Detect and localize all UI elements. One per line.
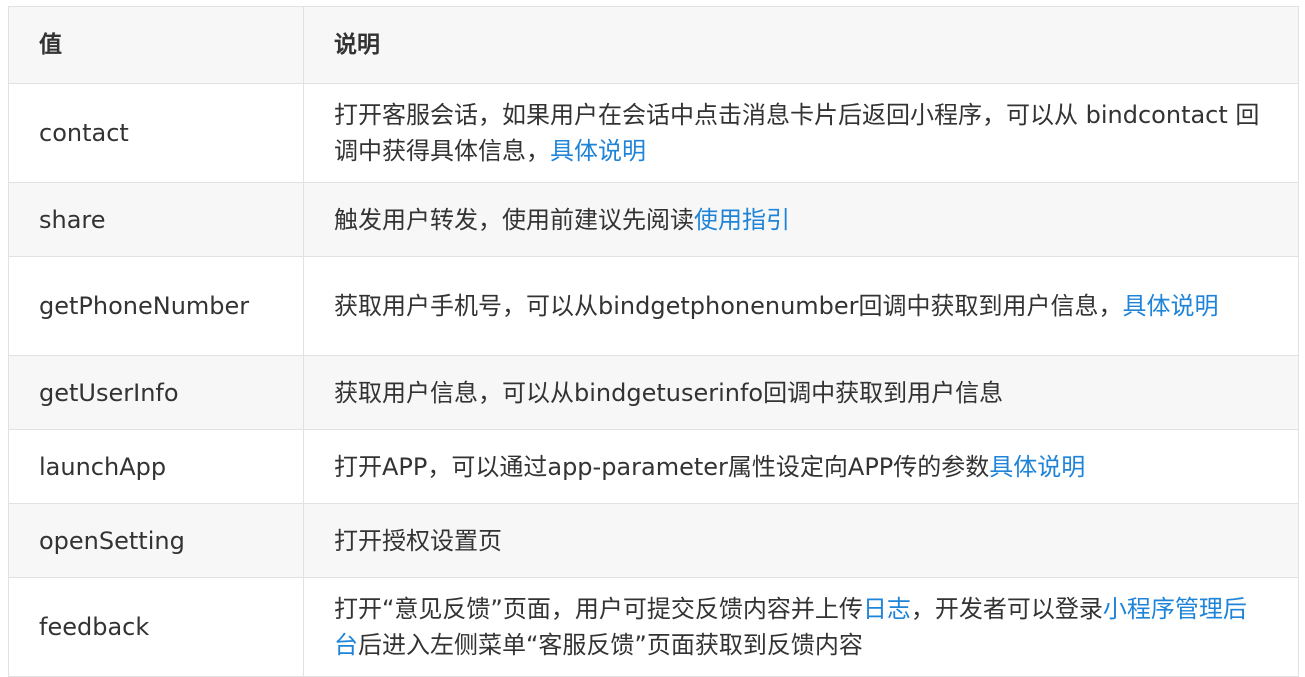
table-row: getUserInfo 获取用户信息，可以从bindgetuserinfo回调中获… [8,355,1299,430]
description-text: ，开发者可以登录 [910,595,1103,623]
column-header-value: 值 [8,6,304,84]
description-cell: 获取用户手机号，可以从bindgetphonenumber回调中获取到用户信息，… [303,256,1299,356]
description-link[interactable]: 具体说明 [1123,292,1219,320]
header-row: 值 说明 [8,6,1299,84]
value-cell: getUserInfo [8,355,304,430]
table-row: launchApp 打开APP，可以通过app-parameter属性设定向APP… [8,429,1299,504]
table-row: getPhoneNumber 获取用户手机号，可以从bindgetphonenum… [8,256,1299,356]
table-row: share 触发用户转发，使用前建议先阅读使用指引 [8,182,1299,257]
value-cell: openSetting [8,503,304,578]
description-cell: 打开客服会话，如果用户在会话中点击消息卡片后返回小程序，可以从 bindcont… [303,83,1299,183]
description-cell: 打开“意见反馈”页面，用户可提交反馈内容并上传日志，开发者可以登录小程序管理后台… [303,577,1299,677]
description-text: 获取用户信息，可以从bindgetuserinfo回调中获取到用户信息 [334,378,1004,407]
description-text: 打开APP，可以通过app-parameter属性设定向APP传的参数 [334,452,990,481]
description-cell: 打开授权设置页 [303,503,1299,578]
description-link[interactable]: 具体说明 [989,453,1085,481]
value-cell: share [8,182,304,257]
table-row: openSetting 打开授权设置页 [8,503,1299,578]
description-text: 触发用户转发，使用前建议先阅读 [334,205,694,234]
description-cell: 触发用户转发，使用前建议先阅读使用指引 [303,182,1299,257]
description-text: 获取用户手机号，可以从bindgetphonenumber回调中获取到用户信息， [334,292,1123,320]
description-cell: 获取用户信息，可以从bindgetuserinfo回调中获取到用户信息 [303,355,1299,430]
description-link[interactable]: 使用指引 [694,206,790,234]
table-body: contact 打开客服会话，如果用户在会话中点击消息卡片后返回小程序，可以从 b… [8,83,1299,677]
column-header-description: 说明 [303,6,1299,84]
description-text: 后进入左侧菜单“客服反馈”页面获取到反馈内容 [358,631,863,659]
description-link[interactable]: 日志 [863,595,911,623]
open-type-table-container: 值 说明 contact 打开客服会话，如果用户在会话中点击消息卡片后返回小程序，… [8,6,1299,677]
value-cell: feedback [8,577,304,677]
description-cell: 打开APP，可以通过app-parameter属性设定向APP传的参数具体说明 [303,429,1299,504]
table-row: contact 打开客服会话，如果用户在会话中点击消息卡片后返回小程序，可以从 b… [8,83,1299,183]
description-text: 打开“意见反馈”页面，用户可提交反馈内容并上传 [334,595,863,623]
open-type-table: 值 说明 contact 打开客服会话，如果用户在会话中点击消息卡片后返回小程序，… [8,6,1299,677]
value-cell: getPhoneNumber [8,256,304,356]
description-text: 打开授权设置页 [334,526,502,555]
table-header: 值 说明 [8,6,1299,84]
description-link[interactable]: 具体说明 [550,137,646,165]
value-cell: launchApp [8,429,304,504]
description-text: 打开客服会话，如果用户在会话中点击消息卡片后返回小程序，可以从 bindcont… [334,101,1260,165]
value-cell: contact [8,83,304,183]
table-row: feedback 打开“意见反馈”页面，用户可提交反馈内容并上传日志，开发者可以登… [8,577,1299,677]
